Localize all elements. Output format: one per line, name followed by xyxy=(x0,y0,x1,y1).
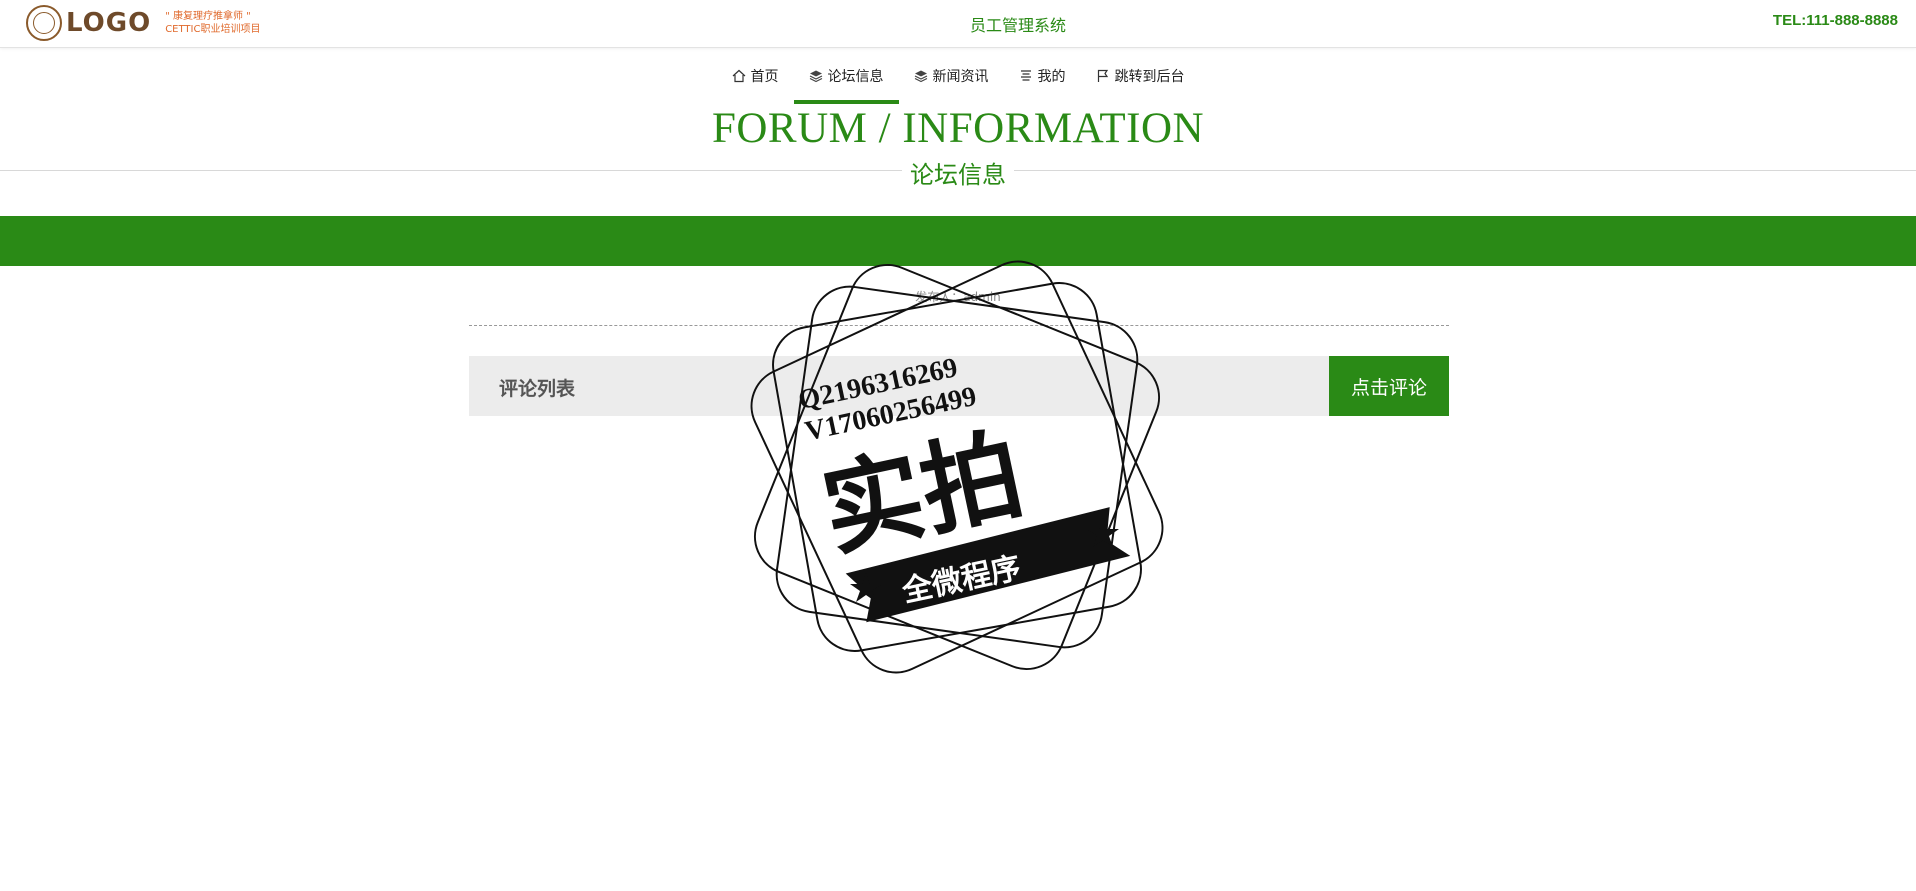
page-title-english: FORUM / INFORMATION xyxy=(711,105,1205,152)
nav-item-mine[interactable]: 我的 xyxy=(1004,64,1081,88)
nav-item-forum[interactable]: 论坛信息 xyxy=(793,64,899,104)
nav-item-home[interactable]: 首页 xyxy=(717,64,794,88)
layers-icon xyxy=(914,70,927,83)
layers-icon xyxy=(809,70,822,83)
system-title-wrap: 员工管理系统 xyxy=(0,12,1916,36)
page-title-chinese: 论坛信息 xyxy=(902,161,1014,189)
add-comment-button[interactable]: 点击评论 xyxy=(1329,356,1449,416)
nav-item-label: 跳转到后台 xyxy=(1114,69,1185,85)
list-icon xyxy=(1020,70,1031,81)
system-title: 员工管理系统 xyxy=(969,16,1066,35)
nav-item-label: 新闻资讯 xyxy=(932,69,989,85)
flag-icon xyxy=(1097,69,1108,82)
nav-item-label: 首页 xyxy=(750,69,779,85)
top-header: LOGO " 康复理疗推拿师 " CETTIC职业培训项目 员工管理系统 TEL… xyxy=(0,0,1916,48)
nav-item-label: 我的 xyxy=(1037,69,1066,85)
telephone: TEL:111-888-8888 xyxy=(1772,12,1898,29)
nav-item-label: 论坛信息 xyxy=(827,69,884,85)
watermark-stamp: Q2196316269 V17060256499 实拍 全微程序 xyxy=(750,260,1164,674)
nav-item-news[interactable]: 新闻资讯 xyxy=(899,64,1004,88)
comment-list-title: 评论列表 xyxy=(499,378,576,400)
main-nav: 首页 论坛信息 新闻资讯 我的 跳转到后台 xyxy=(0,64,1916,104)
nav-item-admin[interactable]: 跳转到后台 xyxy=(1081,64,1200,88)
home-icon xyxy=(732,69,745,83)
page-title-chinese-wrap: 论坛信息 xyxy=(0,155,1916,190)
